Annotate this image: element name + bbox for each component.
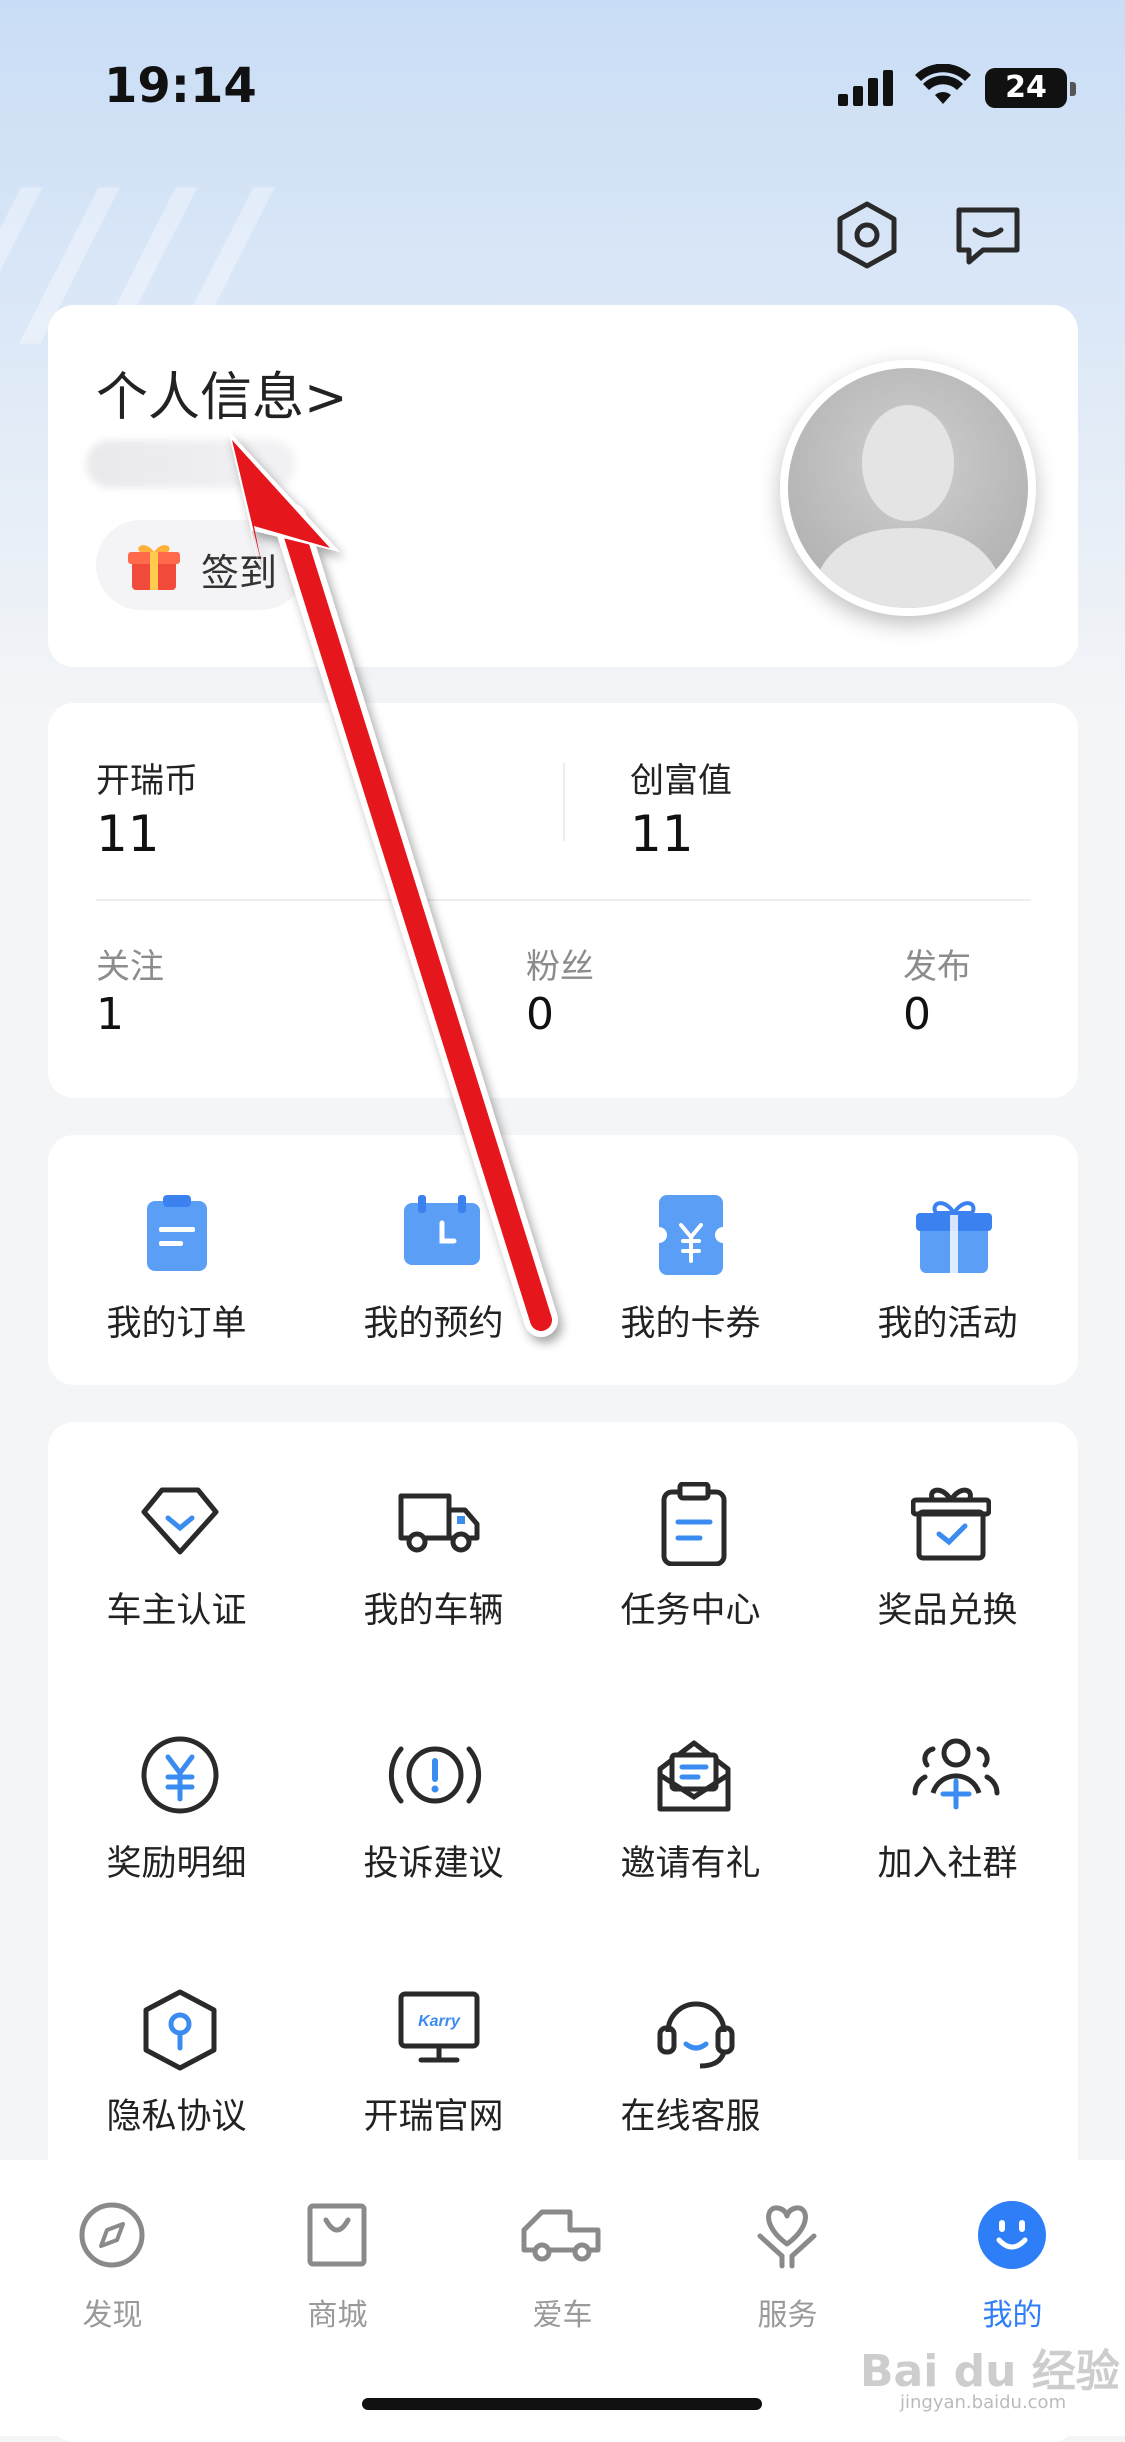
service-complaints[interactable]: 投诉建议: [305, 1675, 562, 1925]
profile-card[interactable]: 个人信息> 签到: [48, 305, 1078, 667]
karry-brand-text: Karry: [418, 2013, 461, 2030]
tab-label: 商城: [307, 2298, 368, 2333]
signin-label: 签到: [201, 551, 278, 595]
quick-item-activities[interactable]: 我的活动: [819, 1135, 1076, 1385]
truck-icon: [398, 1493, 480, 1553]
mail-icon: [657, 1740, 731, 1812]
stat-label-wealth: 创富值: [630, 761, 732, 801]
shop-bag-icon: [307, 2203, 367, 2267]
stat-value-coin[interactable]: 11: [96, 805, 160, 863]
service-label: 投诉建议: [363, 1844, 504, 1884]
stat-label-coin: 开瑞币: [96, 761, 198, 801]
privacy-icon: [143, 1989, 217, 2071]
watermark-logo: Bai du 经验: [860, 2346, 1120, 2397]
stat-value-wealth[interactable]: 11: [630, 805, 694, 863]
profile-info-link[interactable]: 个人信息>: [96, 355, 348, 430]
service-owner-cert[interactable]: 车主认证: [48, 1422, 305, 1672]
status-bar: 19:14 24: [0, 58, 1125, 118]
diamond-icon: [141, 1487, 219, 1555]
quick-label-activities: 我的活动: [877, 1304, 1018, 1344]
quick-item-appointments[interactable]: 我的预约: [305, 1135, 562, 1385]
tab-mall[interactable]: 商城: [225, 2200, 450, 2340]
order-icon: [147, 1195, 207, 1271]
cell-signal-icon: [838, 70, 893, 106]
quick-label-orders: 我的订单: [106, 1304, 247, 1344]
tab-discover[interactable]: 发现: [0, 2200, 225, 2340]
group-add-icon: [912, 1738, 1000, 1810]
avatar[interactable]: [780, 360, 1036, 616]
gift-box-icon: [128, 545, 180, 590]
quick-item-coupons[interactable]: 我的卡券: [562, 1135, 819, 1385]
service-label: 隐私协议: [106, 2097, 247, 2137]
quick-label-appointments: 我的预约: [363, 1304, 504, 1344]
wifi-icon: [915, 64, 971, 104]
stat-label-fans: 粉丝: [526, 947, 594, 987]
blurred-username: [86, 440, 296, 488]
tab-my-car[interactable]: 爱车: [450, 2200, 675, 2340]
service-customer-service[interactable]: 在线客服: [562, 1928, 819, 2178]
message-icon[interactable]: [953, 200, 1023, 270]
default-avatar-icon: [808, 405, 1008, 608]
service-invite[interactable]: 邀请有礼: [562, 1675, 819, 1925]
stats-card: 开瑞币 11 创富值 11 关注 1 粉丝 0 发布 0: [48, 703, 1078, 1098]
stat-value-follow[interactable]: 1: [96, 989, 124, 1040]
service-label: 开瑞官网: [363, 2097, 504, 2137]
clipboard-icon: [661, 1482, 727, 1566]
service-label: 加入社群: [877, 1844, 1018, 1884]
stat-value-fans[interactable]: 0: [526, 989, 554, 1040]
service-reward-detail[interactable]: 奖励明细: [48, 1675, 305, 1925]
tab-service[interactable]: 服务: [675, 2200, 900, 2340]
coupon-icon: [659, 1195, 723, 1275]
service-task-center[interactable]: 任务中心: [562, 1422, 819, 1672]
settings-hex-icon[interactable]: [832, 200, 902, 270]
service-label: 任务中心: [620, 1591, 761, 1631]
compass-icon: [79, 2202, 145, 2268]
tab-label: 服务: [757, 2298, 818, 2333]
tab-label: 爱车: [532, 2298, 593, 2333]
watermark-url: jingyan.baidu.com: [900, 2392, 1067, 2413]
service-label: 邀请有礼: [620, 1844, 761, 1884]
home-indicator: [362, 2398, 762, 2410]
service-privacy[interactable]: 隐私协议: [48, 1928, 305, 2178]
heart-hand-icon: [757, 2205, 817, 2269]
stat-value-posts[interactable]: 0: [903, 989, 931, 1040]
stats-divider-h: [96, 899, 1031, 901]
monitor-icon: Karry: [398, 1991, 480, 2063]
gift-icon: [916, 1201, 992, 1273]
stat-label-posts: 发布: [903, 947, 971, 987]
battery-tip: [1070, 82, 1076, 96]
status-time: 19:14: [104, 58, 257, 114]
tab-mine[interactable]: 我的: [900, 2200, 1125, 2340]
service-label: 在线客服: [620, 2097, 761, 2137]
service-label: 奖励明细: [106, 1844, 247, 1884]
quick-label-coupons: 我的卡券: [620, 1304, 761, 1344]
tab-label: 我的: [982, 2298, 1043, 2333]
quick-item-orders[interactable]: 我的订单: [48, 1135, 305, 1385]
service-label: 车主认证: [106, 1591, 247, 1631]
headset-icon: [657, 2001, 735, 2069]
service-join-group[interactable]: 加入社群: [819, 1675, 1076, 1925]
service-website[interactable]: Karry 开瑞官网: [305, 1928, 562, 2178]
car-icon: [521, 2209, 601, 2262]
stats-divider: [563, 763, 565, 841]
tab-label: 发现: [82, 2298, 143, 2333]
prize-box-icon: [911, 1487, 991, 1561]
battery-indicator: 24: [985, 68, 1067, 108]
yuan-coin-icon: [141, 1736, 219, 1814]
smile-icon: [978, 2201, 1046, 2269]
service-label: 奖品兑换: [877, 1591, 1018, 1631]
service-prize-exchange[interactable]: 奖品兑换: [819, 1422, 1076, 1672]
signin-button[interactable]: 签到: [96, 520, 306, 610]
alert-icon: [388, 1746, 482, 1804]
service-label: 我的车辆: [363, 1591, 504, 1631]
quick-actions-card: 我的订单 我的预约 我的卡券 我的活动: [48, 1135, 1078, 1385]
stat-label-follow: 关注: [96, 947, 164, 987]
calendar-icon: [404, 1195, 480, 1265]
service-my-vehicle[interactable]: 我的车辆: [305, 1422, 562, 1672]
